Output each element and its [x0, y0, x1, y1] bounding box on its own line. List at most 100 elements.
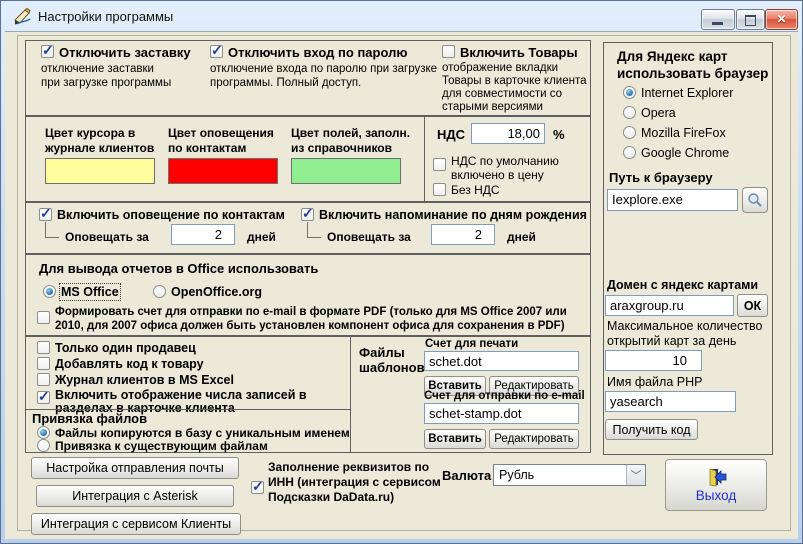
birthday-notify-prefix: Оповещать за	[327, 230, 411, 244]
contacts-notify-row: Включить оповещение по контактам	[39, 205, 285, 222]
msoffice-radio-row: MS Office	[43, 283, 121, 301]
birthday-notify-checkbox[interactable]	[301, 205, 314, 222]
domain-input[interactable]: araxgroup.ru	[605, 295, 734, 316]
birthday-days-input[interactable]: 2	[431, 224, 495, 245]
templates-title: Файлы шаблонов	[359, 345, 425, 375]
close-button[interactable]: ✕	[765, 9, 798, 30]
flag-row-1: Только один продавец	[37, 341, 196, 355]
alert-color-label: Цвет оповещения по контактам	[168, 126, 274, 155]
password-desc: отключение входа по паролю при загрузке …	[210, 63, 438, 89]
msoffice-label: MS Office	[59, 283, 121, 301]
email-insert-button[interactable]: Вставить	[424, 429, 486, 449]
contacts-connector	[45, 222, 59, 238]
domain-ok-button[interactable]: ОК	[737, 294, 768, 317]
pdf-checkbox[interactable]	[37, 311, 50, 324]
print-invoice-input[interactable]: schet.dot	[424, 351, 579, 371]
clients-service-button[interactable]: Интеграция с сервисом Клиенты	[31, 513, 241, 535]
contacts-notify-checkbox[interactable]	[39, 205, 52, 222]
screensaver-row: Отключить заставку	[41, 42, 191, 60]
browse-button[interactable]	[742, 187, 768, 213]
email-invoice-input[interactable]: schet-stamp.dot	[424, 403, 579, 424]
goods-desc: отображение вкладки Товары в карточке кл…	[442, 62, 587, 113]
vat-none-row: Без НДС	[433, 183, 500, 197]
app-icon	[14, 7, 31, 25]
birthday-days-label: дней	[507, 230, 536, 244]
binding-copy-radio[interactable]	[37, 426, 50, 439]
single-seller-label: Только один продавец	[55, 341, 196, 355]
browser-firefox-label: Mozilla FireFox	[641, 126, 726, 140]
single-seller-checkbox[interactable]	[37, 341, 50, 354]
window-title: Настройки программы	[38, 9, 174, 24]
inn-checkbox[interactable]	[251, 478, 264, 495]
inn-label: Заполнение реквизитов по ИНН (интеграция…	[268, 460, 441, 504]
php-name-label: Имя файла PHP	[607, 375, 703, 389]
screensaver-label: Отключить заставку	[59, 45, 191, 60]
binding-existing-radio[interactable]	[37, 439, 50, 452]
browser-opera-radio[interactable]	[623, 106, 636, 119]
browser-firefox-radio[interactable]	[623, 126, 636, 139]
records-count-checkbox[interactable]	[37, 388, 50, 405]
contacts-days-input[interactable]: 2	[171, 224, 235, 245]
binding-copy-label: Файлы копируются в базу с уникальным име…	[55, 426, 350, 440]
exit-button[interactable]: Выход	[665, 459, 767, 511]
pdf-label: Формировать счет для отправки по e-mail …	[55, 306, 567, 332]
cursor-color-swatch[interactable]	[45, 158, 155, 184]
browser-path-input[interactable]: Iexplore.exe	[607, 189, 738, 211]
maximize-button[interactable]	[736, 9, 765, 30]
password-checkbox[interactable]	[210, 42, 223, 59]
max-maps-input[interactable]: 10	[605, 350, 702, 371]
fields-color-label: Цвет полей, заполн. из справочников	[291, 126, 411, 155]
get-code-button[interactable]: Получить код	[605, 419, 698, 440]
excel-journal-checkbox[interactable]	[37, 373, 50, 386]
currency-value: Рубль	[499, 468, 535, 482]
minimize-icon	[712, 22, 723, 25]
currency-select[interactable]: Рубль ﹀	[493, 464, 646, 486]
php-name-input[interactable]: yasearch	[605, 391, 736, 412]
birthday-notify-row: Включить напоминание по дням рождения	[301, 205, 587, 222]
browser-chrome-label: Google Chrome	[641, 146, 730, 160]
goods-code-checkbox[interactable]	[37, 357, 50, 370]
pdf-row: Формировать счет для отправки по e-mail …	[37, 306, 567, 333]
asterisk-button[interactable]: Интеграция с Asterisk	[36, 485, 234, 507]
msoffice-radio[interactable]	[43, 285, 56, 298]
screensaver-desc: отключение заставки при загрузке програм…	[41, 63, 172, 89]
browser-firefox-row: Mozilla FireFox	[623, 126, 726, 140]
screensaver-checkbox[interactable]	[41, 42, 54, 59]
openoffice-label: OpenOffice.org	[171, 285, 262, 299]
domain-label: Домен с яндекс картами	[607, 278, 759, 292]
title-bar[interactable]: Настройки программы ✕	[1, 1, 802, 31]
browser-ie-radio[interactable]	[623, 86, 636, 99]
openoffice-radio[interactable]	[153, 285, 166, 298]
browser-opera-label: Opera	[641, 106, 676, 120]
mail-settings-button[interactable]: Настройка отправления почты	[31, 457, 239, 479]
vat-none-checkbox[interactable]	[433, 183, 446, 196]
vat-label: НДС	[437, 127, 466, 142]
office-title: Для вывода отчетов в Office использовать	[39, 261, 319, 276]
goods-label: Включить Товары	[460, 45, 578, 60]
goods-checkbox[interactable]	[442, 45, 455, 58]
contacts-days-label: дней	[247, 230, 276, 244]
print-invoice-label: Счет для печати	[425, 338, 519, 350]
binding-existing-label: Привязка к существующим файлам	[55, 439, 268, 453]
browser-ie-label: Internet Explorer	[641, 86, 734, 100]
browser-chrome-row: Google Chrome	[623, 146, 729, 160]
email-edit-button[interactable]: Редактировать	[489, 429, 579, 449]
vat-include-label: НДС по умолчанию включено в цену	[451, 154, 559, 182]
browser-chrome-radio[interactable]	[623, 146, 636, 159]
fields-color-swatch[interactable]	[291, 158, 401, 184]
settings-window: Настройки программы ✕ Отключить заставку…	[0, 0, 803, 544]
vat-unit: %	[553, 127, 565, 142]
max-maps-label: Максимальное количество открытий карт за…	[607, 319, 763, 348]
alert-color-swatch[interactable]	[168, 158, 278, 184]
exit-door-icon	[709, 468, 727, 487]
birthday-notify-label: Включить напоминание по дням рождения	[319, 208, 587, 222]
file-binding-title: Привязка файлов	[32, 411, 148, 426]
binding-existing-row: Привязка к существующим файлам	[37, 439, 268, 453]
minimize-button[interactable]	[701, 9, 735, 30]
excel-journal-label: Журнал клиентов в MS Excel	[55, 373, 234, 387]
contacts-notify-label: Включить оповещение по контактам	[57, 208, 285, 222]
password-label: Отключить вход по паролю	[228, 45, 408, 60]
vat-input[interactable]: 18,00	[471, 123, 545, 144]
chevron-down-icon[interactable]: ﹀	[626, 465, 645, 485]
vat-include-checkbox[interactable]	[433, 158, 446, 171]
